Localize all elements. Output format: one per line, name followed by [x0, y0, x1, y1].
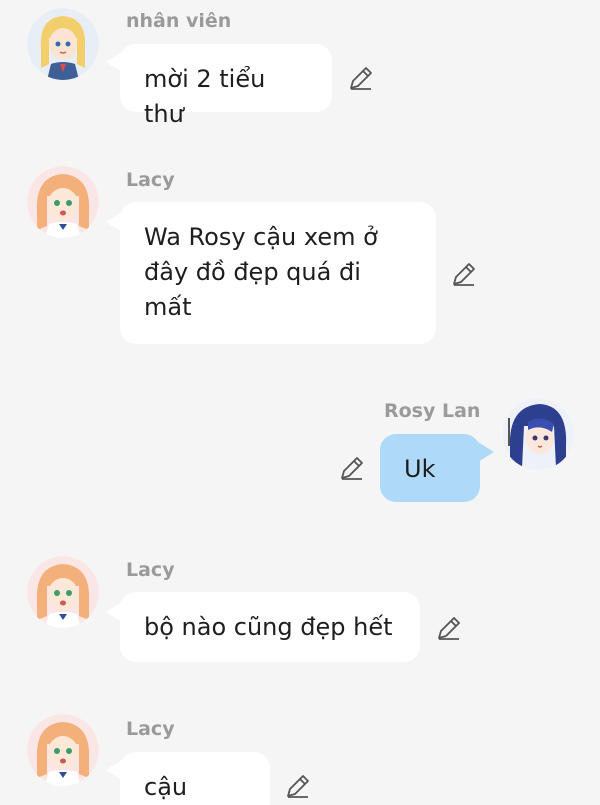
message-bubble: cậu xem [120, 752, 270, 805]
avatar-lacy[interactable] [27, 166, 99, 238]
pencil-icon[interactable] [435, 614, 463, 642]
message-bubble: mời 2 tiểu thư [120, 44, 332, 128]
pencil-icon[interactable] [338, 454, 366, 482]
chat-thread: nhân viên mời 2 tiểu thư Lacy Wa Rosy cậ… [0, 0, 600, 805]
message-bubble: Uk [380, 434, 480, 502]
pencil-icon[interactable] [284, 772, 312, 800]
avatar-nhan-vien[interactable] [27, 8, 99, 80]
sender-name: Lacy [126, 559, 175, 581]
sender-name: Lacy [126, 169, 175, 191]
message-item: Rosy Lan Uk [0, 390, 600, 510]
message-bubble: bộ nào cũng đẹp hết [120, 592, 420, 662]
avatar-rosy-lan[interactable] [502, 398, 574, 470]
avatar-lacy[interactable] [27, 556, 99, 628]
sender-name: Lacy [126, 718, 175, 740]
message-item: nhân viên mời 2 tiểu thư [0, 0, 600, 128]
message-item: Lacy Wa Rosy cậu xem ở đây đồ đẹp quá đi… [0, 160, 600, 350]
message-item: Lacy cậu xem [0, 710, 600, 805]
bubble-tail [478, 442, 494, 462]
avatar-lacy[interactable] [27, 714, 99, 786]
sender-name: Rosy Lan [384, 400, 481, 422]
pencil-icon[interactable] [450, 260, 478, 288]
message-item: Lacy bộ nào cũng đẹp hết [0, 550, 600, 670]
pencil-icon[interactable] [347, 64, 375, 92]
message-bubble: Wa Rosy cậu xem ở đây đồ đẹp quá đi mất [120, 202, 436, 344]
sender-name: nhân viên [126, 10, 232, 32]
